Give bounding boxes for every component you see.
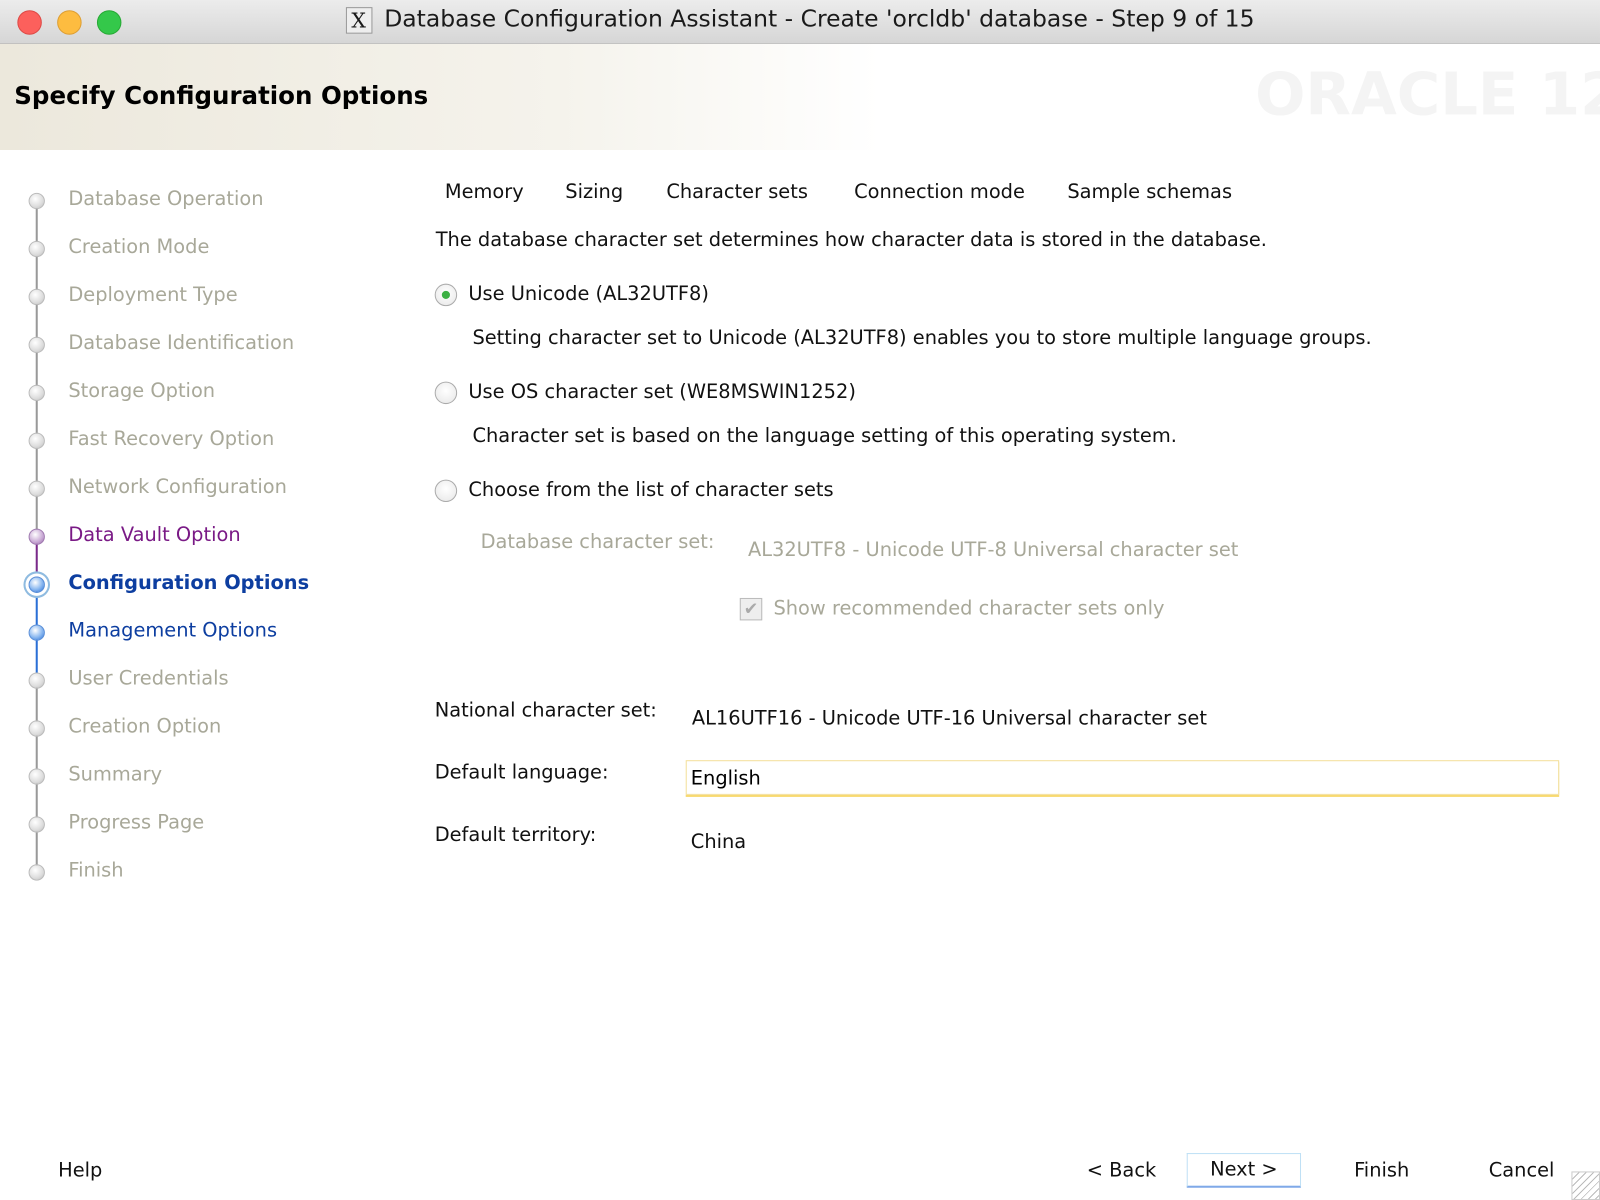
title-bar: X Database Configuration Assistant - Crea… [0,0,1600,44]
step-dot-icon [28,336,45,354]
step-dot-icon [28,864,45,881]
default-language-label: Default language: [434,761,609,784]
radio-use-unicode-label[interactable]: Use Unicode (AL32UTF8) [468,283,709,305]
step-dot-icon [28,384,45,402]
tab-sample-schemas[interactable]: Sample schemas [1067,181,1232,203]
step-label: Storage Option [68,379,216,403]
step-label: Creation Mode [68,235,210,259]
step-label: Management Options [68,619,278,642]
step-label: Progress Page [68,811,205,834]
step-label: Configuration Options [68,571,310,594]
db-charset-label: Database character set: [480,530,715,554]
step-label: User Credentials [68,667,229,690]
default-language-field[interactable]: English [685,760,1560,795]
next-button[interactable]: Next > [1186,1153,1302,1188]
window-title-text: Database Configuration Assistant - Creat… [384,6,1255,33]
step-dot-icon [28,720,45,737]
radio-use-os-charset-label[interactable]: Use OS character set (WE8MSWIN1252) [468,381,856,403]
default-territory-select[interactable]: China [691,831,746,853]
tab-character-sets[interactable]: Character sets [666,181,808,203]
tab-connection-mode[interactable]: Connection mode [854,181,1025,203]
step-dot-icon [28,672,45,689]
cancel-button[interactable]: Cancel [1489,1159,1555,1181]
use-os-charset-description: Character set is based on the language s… [472,424,1177,447]
national-charset-select[interactable]: AL16UTF16 - Unicode UTF-16 Universal cha… [692,707,1207,729]
back-button[interactable]: < Back [1087,1159,1156,1181]
recommended-only-label[interactable]: Show recommended character sets only [773,597,1164,619]
radio-choose-from-list[interactable] [434,479,458,503]
recommended-only-checkbox[interactable]: ✔ [739,597,763,621]
step-dot-icon [28,240,45,258]
x11-icon: X [345,6,372,34]
radio-use-os-charset[interactable] [434,381,458,405]
step-navigator: Database Operation Creation Mode Deploymen… [20,184,367,898]
tab-sizing[interactable]: Sizing [565,181,623,203]
tab-memory[interactable]: Memory [445,181,524,203]
step-dot-icon [28,480,45,497]
step-dot-icon [28,624,45,641]
db-charset-select[interactable]: AL32UTF8 - Unicode UTF-8 Universal chara… [748,539,1238,561]
radio-choose-from-list-label[interactable]: Choose from the list of character sets [468,479,833,501]
help-button[interactable]: Help [58,1159,102,1181]
step-label: Database Identification [68,331,295,355]
step-label: Network Configuration [68,475,287,498]
step-dot-icon [28,816,45,833]
resize-grip-icon[interactable] [1571,1171,1600,1200]
step-dot-icon [28,192,45,210]
step-label: Summary [68,763,163,786]
finish-button[interactable]: Finish [1354,1159,1409,1181]
national-charset-label: National character set: [434,698,657,722]
step-label: Fast Recovery Option [68,427,275,450]
charset-intro: The database character set determines ho… [435,228,1267,252]
step-label: Finish [68,859,124,882]
window-title: X Database Configuration Assistant - Crea… [0,6,1600,34]
step-dot-icon [28,288,45,306]
step-dot-icon [28,768,45,785]
oracle-logo-watermark: ORACLE 12 [1255,59,1600,129]
page-title: Specify Configuration Options [14,81,429,111]
step-label: Database Operation [68,187,264,211]
use-unicode-description: Setting character set to Unicode (AL32UT… [472,326,1372,349]
step-label: Deployment Type [68,283,238,307]
default-territory-label: Default territory: [434,823,597,846]
step-dot-icon [28,576,45,593]
radio-use-unicode[interactable] [434,283,458,307]
step-label: Data Vault Option [68,523,241,546]
dbca-window: X Database Configuration Assistant - Crea… [0,0,1600,1200]
step-label: Creation Option [68,715,222,738]
step-dot-icon [28,528,45,545]
step-dot-icon [28,432,45,449]
